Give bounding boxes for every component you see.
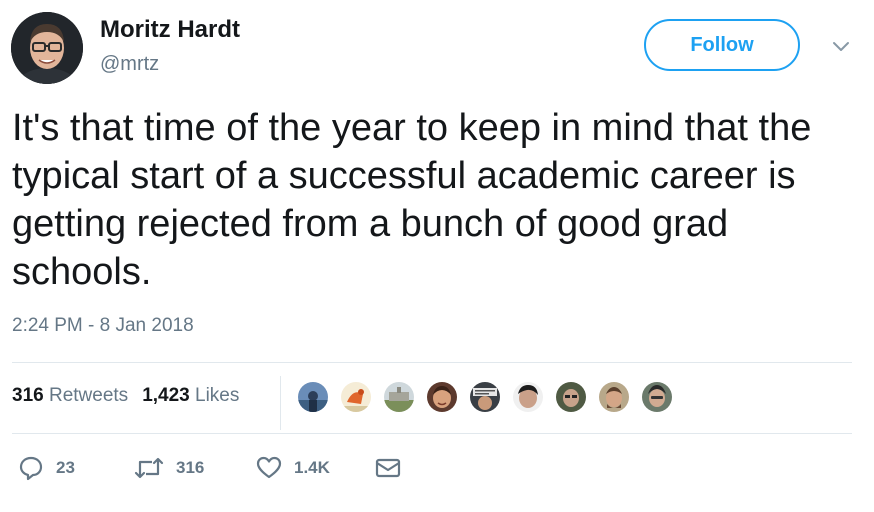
liker-avatar-3[interactable] xyxy=(382,380,416,414)
chevron-down-icon[interactable] xyxy=(830,36,852,58)
liker-avatar-7[interactable] xyxy=(554,380,588,414)
liker-avatar-9[interactable] xyxy=(640,380,674,414)
likes-stat[interactable]: 1,423 Likes xyxy=(142,384,239,408)
liker-avatar-4[interactable] xyxy=(425,380,459,414)
retweet-count: 316 xyxy=(176,458,205,477)
retweet-button[interactable]: 316 xyxy=(134,455,204,481)
retweets-stat-label: Retweets xyxy=(48,385,129,406)
reply-button[interactable]: 23 xyxy=(18,455,75,481)
envelope-icon xyxy=(375,458,401,478)
tweet-card: Moritz Hardt @mrtz Follow It's that time… xyxy=(0,0,874,512)
liker-avatar-2[interactable] xyxy=(339,380,373,414)
liker-avatar-5[interactable] xyxy=(468,380,502,414)
author-handle[interactable]: @mrtz xyxy=(100,52,159,76)
direct-message-button[interactable] xyxy=(374,455,402,481)
author-name[interactable]: Moritz Hardt xyxy=(100,16,240,44)
tweet-timestamp[interactable]: 2:24 PM - 8 Jan 2018 xyxy=(12,314,194,338)
retweets-stat[interactable]: 316 Retweets xyxy=(12,384,128,408)
tweet-text: It's that time of the year to keep in mi… xyxy=(12,107,812,293)
author-avatar[interactable] xyxy=(11,12,83,84)
divider xyxy=(12,433,852,434)
liker-avatar-8[interactable] xyxy=(597,380,631,414)
divider xyxy=(12,362,852,363)
liker-avatar-6[interactable] xyxy=(511,380,545,414)
reply-count: 23 xyxy=(56,458,75,477)
likes-stat-count: 1,423 xyxy=(142,385,190,406)
liker-avatar-1[interactable] xyxy=(296,380,330,414)
stats-separator xyxy=(280,376,281,430)
reply-icon xyxy=(19,456,43,481)
retweet-icon xyxy=(134,457,164,479)
like-button[interactable]: 1.4K xyxy=(256,455,330,481)
engagement-stats: 316 Retweets 1,423 Likes xyxy=(12,384,239,408)
likes-stat-label: Likes xyxy=(195,385,240,406)
follow-button[interactable]: Follow xyxy=(644,19,800,71)
like-count: 1.4K xyxy=(294,458,330,477)
retweets-stat-count: 316 xyxy=(12,385,44,406)
heart-icon xyxy=(256,456,282,479)
